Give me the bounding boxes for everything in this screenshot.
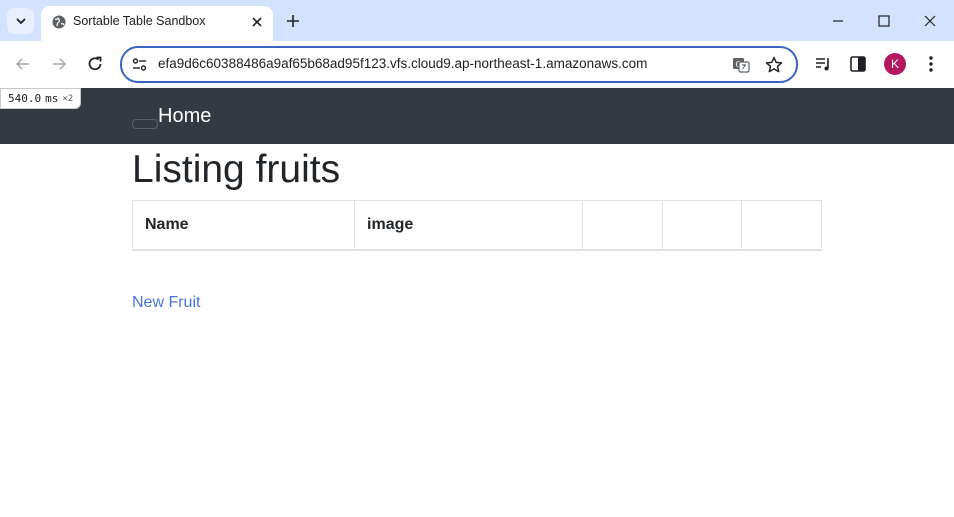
- column-header-empty: [582, 200, 663, 251]
- column-header-empty: [741, 200, 822, 251]
- reload-icon[interactable]: [84, 53, 106, 75]
- site-info-icon[interactable]: [131, 56, 148, 73]
- fruits-table: Name image: [131, 200, 822, 251]
- minimize-icon[interactable]: [828, 11, 848, 31]
- tab-search-button[interactable]: [7, 8, 34, 34]
- side-panel-icon[interactable]: [847, 53, 869, 75]
- url-text[interactable]: efa9d6c60388486a9af65b68ad95f123.vfs.clo…: [158, 56, 647, 71]
- navbar-toggler-button[interactable]: [132, 119, 158, 129]
- new-tab-icon[interactable]: [283, 11, 303, 31]
- table-header-row: Name image: [131, 200, 822, 251]
- media-controls-icon[interactable]: [812, 53, 834, 75]
- back-icon[interactable]: [12, 53, 34, 75]
- close-window-icon[interactable]: [920, 11, 940, 31]
- performance-badge: 540.0 ms ×2: [0, 88, 82, 109]
- bookmark-star-icon[interactable]: [764, 55, 784, 75]
- translate-icon[interactable]: G: [731, 55, 751, 75]
- site-navbar: Home: [0, 88, 954, 144]
- profile-avatar[interactable]: K: [884, 53, 906, 75]
- perf-unit: ms: [45, 92, 59, 105]
- column-header-name[interactable]: Name: [131, 200, 356, 251]
- forward-icon[interactable]: [48, 53, 70, 75]
- chevron-down-icon: [16, 18, 25, 25]
- perf-value: 540.0: [8, 92, 42, 105]
- column-header-empty: [661, 200, 743, 251]
- navbar-brand-home[interactable]: Home: [158, 105, 211, 128]
- column-header-image[interactable]: image: [354, 200, 584, 251]
- menu-kebab-icon[interactable]: [920, 53, 942, 75]
- close-tab-icon[interactable]: [249, 14, 265, 30]
- address-bar[interactable]: efa9d6c60388486a9af65b68ad95f123.vfs.clo…: [120, 46, 798, 83]
- maximize-icon[interactable]: [874, 11, 894, 31]
- tab-title: Sortable Table Sandbox: [73, 14, 206, 28]
- page-title: Listing fruits: [132, 148, 341, 191]
- new-fruit-link[interactable]: New Fruit: [132, 294, 200, 312]
- tab-strip: Sortable Table Sandbox: [0, 0, 954, 41]
- browser-tab[interactable]: Sortable Table Sandbox: [41, 6, 273, 41]
- browser-toolbar: efa9d6c60388486a9af65b68ad95f123.vfs.clo…: [0, 41, 954, 88]
- perf-multiplier: ×2: [62, 93, 74, 104]
- globe-icon: [52, 15, 66, 29]
